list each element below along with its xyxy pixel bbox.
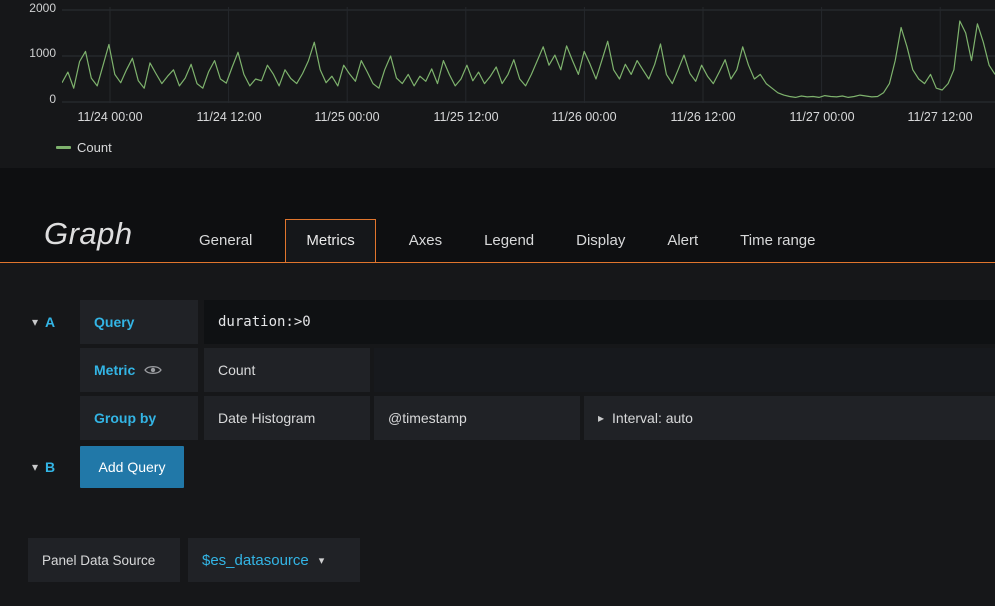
x-axis-tick: 11/26 00:00 bbox=[551, 110, 617, 124]
query-a-gutter: ▾ A bbox=[32, 300, 55, 344]
y-axis-tick: 1000 bbox=[29, 46, 56, 60]
x-axis: 11/24 00:00 11/24 12:00 11/25 00:00 11/2… bbox=[62, 110, 995, 126]
graph-panel: 2000 1000 0 11/24 00:00 11/24 12:00 11/2… bbox=[0, 0, 995, 168]
metric-value[interactable]: Count bbox=[204, 348, 370, 392]
tab-time-range[interactable]: Time range bbox=[719, 219, 836, 262]
dropdown-caret-icon: ▾ bbox=[318, 554, 325, 567]
group-by-interval[interactable]: ▸ Interval: auto bbox=[584, 396, 995, 440]
tab-alert[interactable]: Alert bbox=[646, 219, 719, 262]
tab-legend[interactable]: Legend bbox=[463, 219, 555, 262]
series-color-swatch bbox=[56, 146, 71, 149]
collapse-caret-icon[interactable]: ▾ bbox=[32, 461, 38, 473]
datasource-value: $es_datasource bbox=[202, 551, 309, 569]
x-axis-tick: 11/27 12:00 bbox=[907, 110, 973, 124]
group-by-field[interactable]: @timestamp bbox=[374, 396, 580, 440]
query-input[interactable] bbox=[204, 300, 995, 344]
metric-label[interactable]: Metric bbox=[80, 348, 198, 392]
add-query-button[interactable]: Add Query bbox=[80, 446, 184, 488]
panel-editor-header: Graph General Metrics Axes Legend Displa… bbox=[0, 168, 995, 263]
tab-metrics[interactable]: Metrics bbox=[285, 219, 376, 262]
group-by-type[interactable]: Date Histogram bbox=[204, 396, 370, 440]
query-letter: B bbox=[45, 459, 56, 475]
query-b-gutter: ▾ B bbox=[32, 446, 55, 488]
x-axis-tick: 11/24 00:00 bbox=[77, 110, 143, 124]
query-label: Query bbox=[80, 300, 198, 344]
grafana-panel-editor: 2000 1000 0 11/24 00:00 11/24 12:00 11/2… bbox=[0, 0, 995, 606]
collapse-caret-icon[interactable]: ▾ bbox=[32, 316, 38, 328]
eye-icon[interactable] bbox=[144, 364, 163, 376]
tab-axes[interactable]: Axes bbox=[388, 219, 463, 262]
x-axis-tick: 11/25 12:00 bbox=[433, 110, 499, 124]
editor-tabs: General Metrics Axes Legend Display Aler… bbox=[178, 219, 836, 262]
x-axis-tick: 11/27 00:00 bbox=[789, 110, 855, 124]
x-axis-tick: 11/24 12:00 bbox=[196, 110, 262, 124]
datasource-dropdown[interactable]: $es_datasource ▾ bbox=[188, 538, 360, 582]
y-axis-tick: 2000 bbox=[29, 1, 56, 15]
x-axis-tick: 11/25 00:00 bbox=[314, 110, 380, 124]
group-by-label: Group by bbox=[80, 396, 198, 440]
metric-row-filler bbox=[374, 348, 995, 392]
panel-type-title: Graph bbox=[44, 216, 133, 251]
timeseries-chart[interactable] bbox=[62, 7, 995, 103]
expand-caret-icon[interactable]: ▸ bbox=[598, 412, 604, 424]
query-letter: A bbox=[45, 314, 56, 330]
legend-item-count[interactable]: Count bbox=[56, 140, 112, 155]
panel-data-source-label: Panel Data Source bbox=[28, 538, 180, 582]
tab-display[interactable]: Display bbox=[555, 219, 646, 262]
x-axis-tick: 11/26 12:00 bbox=[670, 110, 736, 124]
y-axis-tick: 0 bbox=[49, 92, 56, 106]
legend-label: Count bbox=[77, 140, 112, 155]
tab-general[interactable]: General bbox=[178, 219, 273, 262]
